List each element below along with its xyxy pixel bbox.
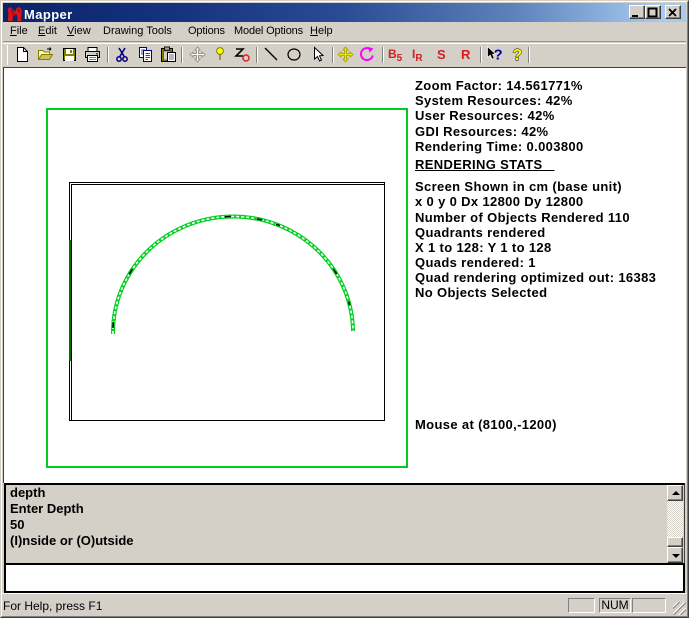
svg-text:?: ? xyxy=(494,47,503,64)
svg-text:?: ? xyxy=(513,47,523,63)
